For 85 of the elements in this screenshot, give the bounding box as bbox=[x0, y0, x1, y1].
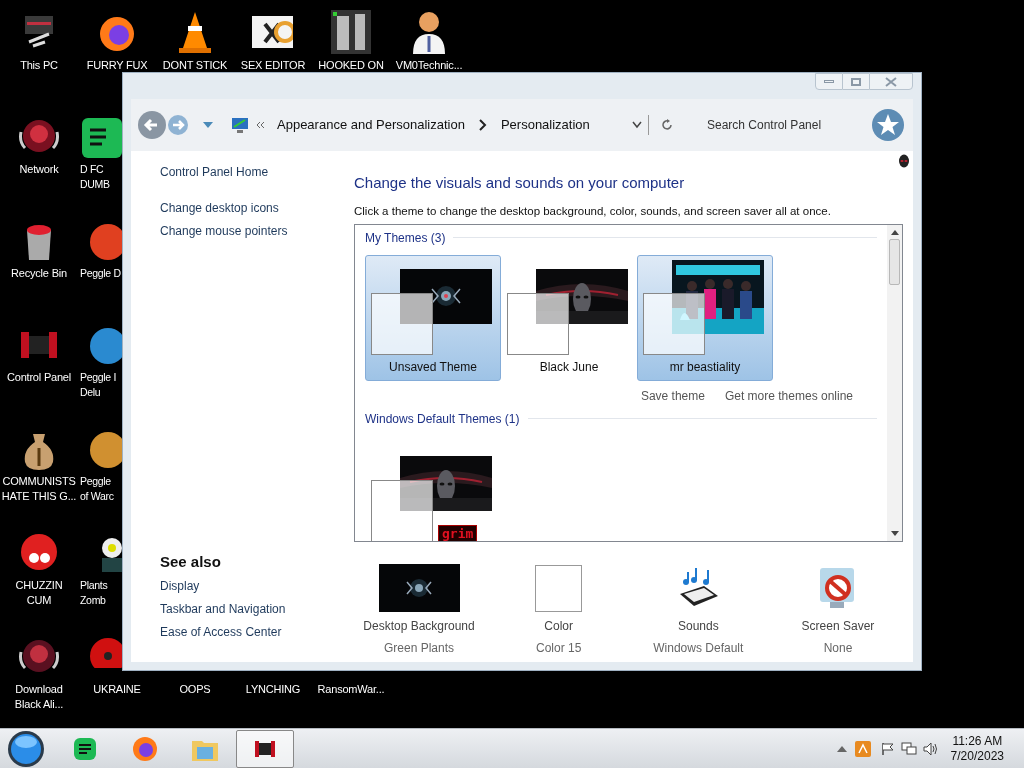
maximize-icon bbox=[851, 77, 861, 86]
clock-date: 7/20/2023 bbox=[950, 748, 1004, 764]
network-icon[interactable] bbox=[900, 741, 917, 756]
see-also-link[interactable]: Ease of Access Center bbox=[160, 625, 354, 640]
chevron-icon bbox=[478, 119, 487, 131]
setting-value: Windows Default bbox=[653, 639, 744, 657]
dropdown-icon[interactable] bbox=[632, 121, 642, 129]
icon-label: VM0Technic... bbox=[395, 58, 463, 73]
scroll-thumb[interactable] bbox=[889, 238, 900, 285]
app-tray-icon[interactable] bbox=[854, 740, 871, 757]
setting-value: Green Plants bbox=[383, 639, 454, 657]
icon-label: Recycle Bin bbox=[11, 266, 67, 281]
page-heading: Change the visuals and sounds on your computer bbox=[354, 173, 686, 193]
theme-tile[interactable]: Unsaved Theme bbox=[365, 254, 501, 381]
icon-label: UKRAINE bbox=[93, 682, 141, 697]
theme-tile[interactable]: grim bbox=[365, 441, 501, 541]
maximize-button[interactable] bbox=[843, 73, 869, 90]
theme-name: mr beastiality bbox=[668, 358, 742, 376]
clock[interactable]: 11:26 AM 7/20/2023 bbox=[950, 733, 1004, 764]
icon-label: FURRY FUX bbox=[86, 58, 148, 73]
window-swatch bbox=[507, 292, 569, 355]
theme-name: Unsaved Theme bbox=[388, 358, 478, 376]
flag-icon[interactable] bbox=[880, 741, 895, 756]
scroll-down-icon[interactable] bbox=[890, 530, 899, 537]
clock-time: 11:26 AM bbox=[952, 733, 1003, 749]
icon-label: LYNCHING bbox=[245, 682, 301, 697]
setting-link[interactable]: Color bbox=[544, 616, 573, 635]
icon-label: Plants Zomb bbox=[79, 578, 108, 608]
icon-label: Download Black Ali... bbox=[14, 682, 64, 712]
window-swatch bbox=[643, 292, 705, 355]
minimize-button[interactable] bbox=[815, 73, 843, 90]
icon-label: SEX EDITOR bbox=[240, 58, 306, 73]
sidebar-link[interactable]: Change mouse pointers bbox=[160, 224, 354, 239]
setting-value: Color 15 bbox=[535, 639, 582, 657]
sidebar-link[interactable]: Control Panel Home bbox=[160, 165, 354, 180]
icon-label: Network bbox=[19, 162, 59, 177]
description-text: Click a theme to change the desktop background, color, sounds, and screen saver all at once. bbox=[354, 203, 832, 219]
setting-link[interactable]: Desktop Background bbox=[363, 616, 475, 635]
show-hidden-icons-button[interactable] bbox=[836, 744, 847, 753]
breadcrumb-link[interactable]: Appearance and Personalization bbox=[277, 115, 465, 135]
setting-link[interactable]: Sounds bbox=[677, 616, 719, 635]
icon-label: D FC DUMB bbox=[79, 162, 110, 192]
icon-label: HOOKED ON bbox=[318, 58, 384, 73]
theme-badge: grim bbox=[438, 524, 478, 541]
overflow-chevron-icon[interactable] bbox=[255, 121, 265, 129]
theme-tile[interactable]: Black June bbox=[501, 254, 637, 381]
refresh-icon[interactable] bbox=[661, 119, 673, 131]
see-also-link[interactable]: Taskbar and Navigation bbox=[160, 602, 354, 617]
icon-label: OOPS bbox=[179, 682, 211, 697]
taskbar-app-button[interactable] bbox=[236, 729, 294, 768]
theme-name: Black June bbox=[538, 358, 600, 376]
icon-label: RansomWar... bbox=[317, 682, 385, 697]
volume-icon[interactable] bbox=[922, 741, 939, 756]
icon-label: Peggle of Warc bbox=[79, 474, 114, 504]
control-panel-icon bbox=[231, 117, 249, 133]
close-button[interactable] bbox=[869, 73, 913, 90]
start-button[interactable] bbox=[6, 728, 46, 768]
close-icon bbox=[884, 76, 898, 87]
icon-label: Peggle I Delu bbox=[79, 370, 117, 400]
scroll-up-icon[interactable] bbox=[890, 228, 899, 235]
back-button[interactable] bbox=[137, 110, 167, 140]
star-button[interactable] bbox=[871, 108, 905, 142]
icon-label: DONT STICK bbox=[162, 58, 228, 73]
group-heading: My Themes (3) bbox=[365, 229, 446, 247]
setting-value: None bbox=[823, 639, 853, 657]
color-swatch[interactable] bbox=[535, 564, 583, 612]
breadcrumb-link[interactable]: Personalization bbox=[500, 115, 590, 135]
icon-label: Peggle D bbox=[79, 266, 121, 281]
sidebar-link[interactable]: Change desktop icons bbox=[160, 201, 354, 216]
section-title: See also bbox=[160, 551, 222, 572]
window-swatch bbox=[371, 292, 433, 355]
icon-label: CHUZZIN CUM bbox=[15, 578, 63, 608]
icon-label: COMMUNISTS HATE THIS G... bbox=[1, 474, 77, 504]
minimize-icon bbox=[824, 80, 834, 83]
see-also-link[interactable]: Display bbox=[160, 579, 354, 594]
setting-link[interactable]: Screen Saver bbox=[801, 616, 875, 635]
theme-link[interactable]: Save theme bbox=[640, 386, 705, 405]
group-heading: Windows Default Themes (1) bbox=[365, 410, 520, 428]
alien-icon bbox=[898, 154, 910, 168]
icon-label: This PC bbox=[20, 58, 58, 73]
theme-tile[interactable]: mr beastiality bbox=[637, 254, 773, 381]
icon-label: Control Panel bbox=[6, 370, 72, 385]
search-field[interactable]: Search Control Panel bbox=[707, 113, 857, 137]
scrollbar[interactable] bbox=[887, 224, 902, 541]
theme-link[interactable]: Get more themes online bbox=[724, 386, 853, 405]
